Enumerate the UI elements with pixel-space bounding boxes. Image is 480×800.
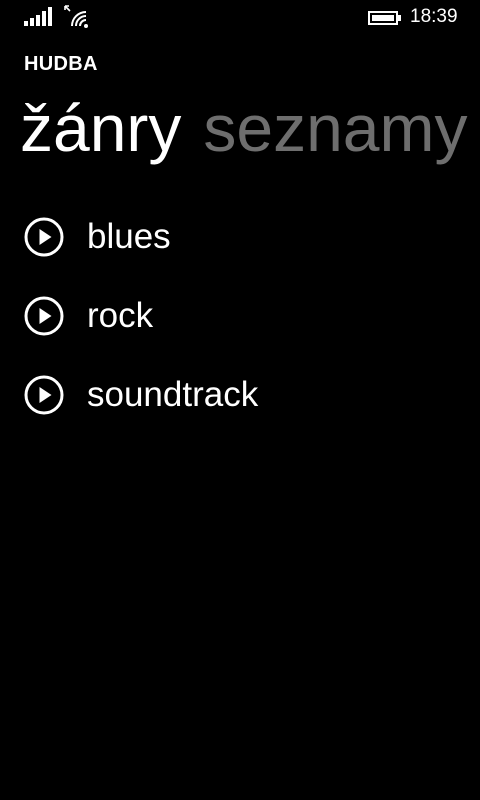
list-item-blues[interactable]: blues: [24, 214, 464, 260]
status-bar: 18:39: [0, 0, 480, 34]
play-icon[interactable]: [24, 375, 64, 415]
music-app-screen: 18:39 HUDBA žánry seznamy blues rock soun: [0, 0, 480, 800]
tab-playlists[interactable]: seznamy: [203, 88, 467, 168]
play-icon[interactable]: [24, 217, 64, 257]
battery-icon: [368, 11, 401, 25]
signal-strength-icon: [24, 7, 52, 26]
tab-genres[interactable]: žánry: [20, 88, 181, 168]
genre-label: blues: [87, 217, 171, 256]
list-item-soundtrack[interactable]: soundtrack: [24, 372, 464, 418]
app-title: HUDBA: [24, 53, 98, 75]
list-item-rock[interactable]: rock: [24, 293, 464, 339]
play-icon[interactable]: [24, 296, 64, 336]
genre-label: soundtrack: [87, 375, 259, 414]
wifi-icon: [64, 5, 88, 28]
status-clock: 18:39: [410, 6, 458, 27]
genre-list: blues rock soundtrack: [24, 214, 464, 451]
genre-label: rock: [87, 296, 154, 335]
pivot-header: žánry seznamy: [20, 88, 468, 168]
